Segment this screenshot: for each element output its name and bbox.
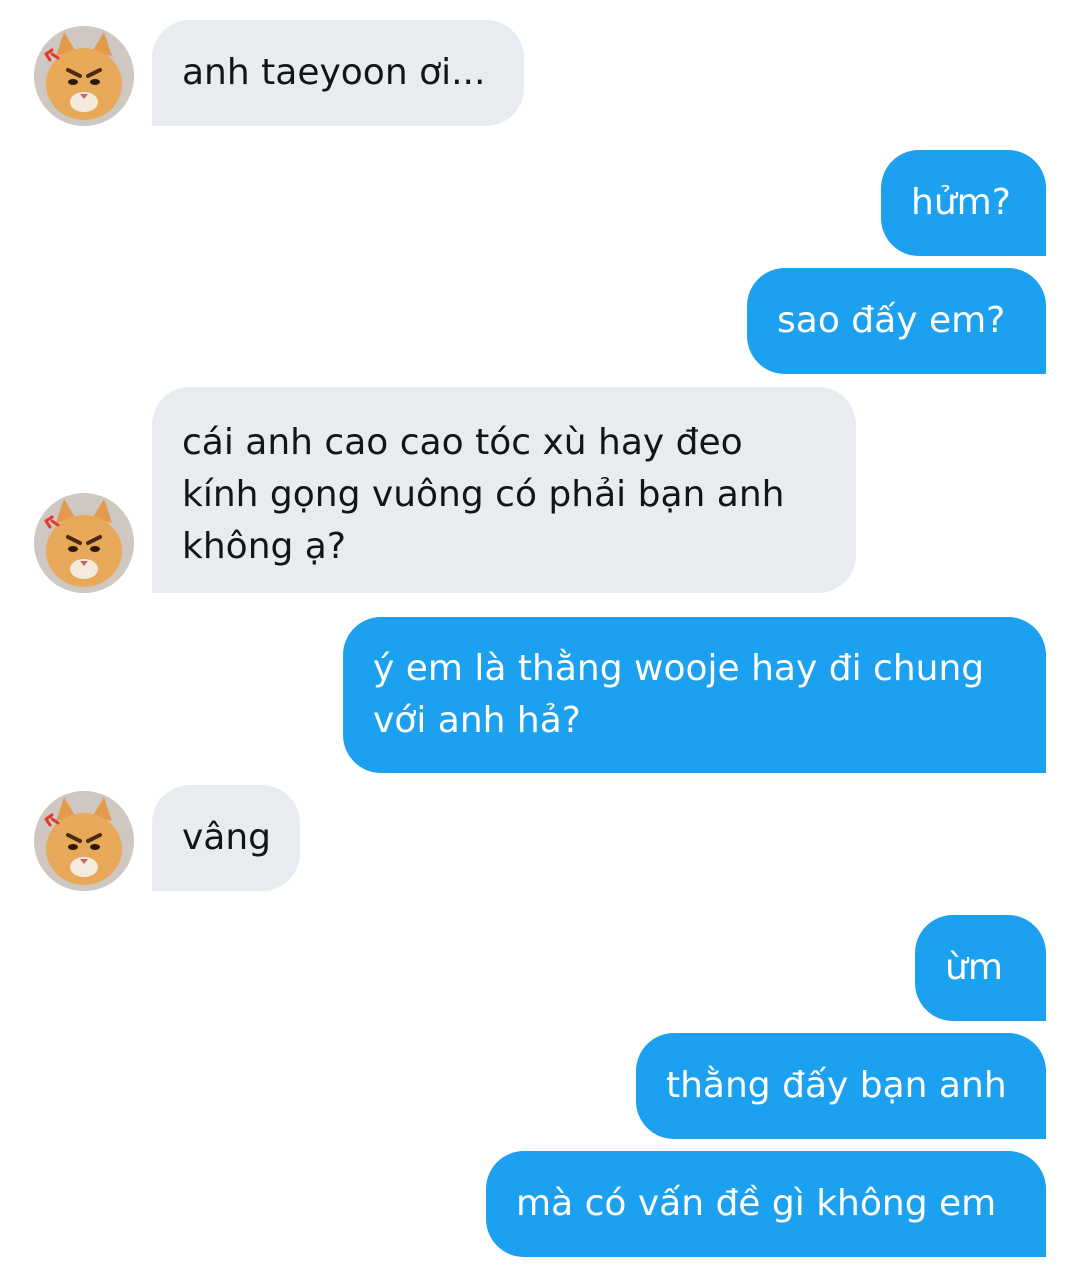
message-bubble-outgoing[interactable]: ừm — [915, 915, 1046, 1021]
message-text: sao đấy em? — [777, 300, 1006, 341]
contact-avatar[interactable] — [34, 493, 134, 593]
chat-thread: anh taeyoon ơi... hửm? sao đấy em? cái a… — [0, 0, 1080, 1268]
message-text: vâng — [182, 817, 272, 858]
angry-cat-icon — [34, 26, 134, 126]
message-bubble-outgoing[interactable]: hửm? — [881, 150, 1046, 256]
message-text: ừm — [945, 947, 1003, 988]
message-bubble-incoming[interactable]: anh taeyoon ơi... — [152, 20, 524, 126]
message-text: ý em là thằng wooje hay đi chung với anh… — [373, 648, 985, 741]
message-bubble-outgoing[interactable]: thằng đấy bạn anh — [636, 1033, 1046, 1139]
message-text: anh taeyoon ơi... — [182, 52, 486, 93]
message-bubble-outgoing[interactable]: ý em là thằng wooje hay đi chung với anh… — [343, 617, 1046, 773]
message-bubble-outgoing[interactable]: mà có vấn đề gì không em — [486, 1151, 1046, 1257]
message-bubble-incoming[interactable]: vâng — [152, 785, 300, 891]
angry-cat-icon — [34, 493, 134, 593]
message-text: thằng đấy bạn anh — [666, 1065, 1007, 1106]
message-bubble-incoming[interactable]: cái anh cao cao tóc xù hay đeo kính gọng… — [152, 387, 856, 593]
message-text: hửm? — [911, 182, 1011, 223]
message-text: cái anh cao cao tóc xù hay đeo kính gọng… — [182, 422, 785, 567]
contact-avatar[interactable] — [34, 26, 134, 126]
message-text: mà có vấn đề gì không em — [516, 1183, 997, 1224]
angry-cat-icon — [34, 791, 134, 891]
message-bubble-outgoing[interactable]: sao đấy em? — [747, 268, 1046, 374]
contact-avatar[interactable] — [34, 791, 134, 891]
